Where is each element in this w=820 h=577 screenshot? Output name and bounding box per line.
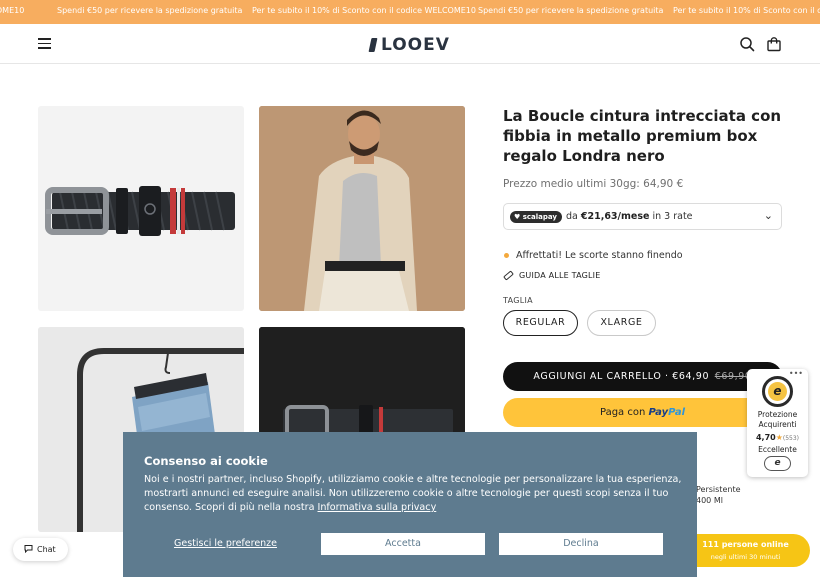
decline-button[interactable]: Declina [499,533,663,555]
visitors-period: negli ultimi 30 minuti [710,553,781,561]
cookie-text: Noi e i nostri partner, incluso Shopify,… [144,474,682,513]
paypal-logo-pay: Pay [648,407,669,418]
announcement-item: DME10 [0,6,25,15]
chat-button[interactable]: Chat [13,538,68,561]
announcement-bar: DME10 Spendi €50 per ricevere la spedizi… [0,0,820,24]
cookie-consent-banner: Consenso ai cookie Noi e i nostri partne… [123,432,697,577]
cookie-title: Consenso ai cookie [144,454,268,468]
privacy-policy-link[interactable]: Informativa sulla privacy [318,502,437,513]
average-price: Prezzo medio ultimi 30gg: 64,90 € [503,178,684,190]
trust-seal-icon: e [762,376,793,407]
size-guide-link[interactable]: GUIDA ALLE TAGLIE [503,270,601,281]
product-image-model[interactable] [259,106,465,311]
logo-mark-icon [368,38,378,52]
announcement-item: Spendi €50 per ricevere la spedizione gr… [57,6,243,15]
manage-preferences-link[interactable]: Gestisci le preferenze [174,538,277,549]
announcement-item: Per te subito il 10% di Sconto con il co… [252,6,476,15]
paypal-logo-pal: Pal [668,407,686,418]
logo-text: LOOEV [381,35,450,55]
add-to-cart-label: AGGIUNGI AL CARRELLO · €64,90 [533,371,710,382]
size-option-regular[interactable]: REGULAR [503,310,578,336]
size-option-xlarge[interactable]: XLARGE [587,310,656,336]
chat-label: Chat [37,545,56,554]
more-icon[interactable]: ••• [789,369,803,378]
page: DME10 Spendi €50 per ricevere la spedizi… [0,0,820,577]
announcement-item: Per te subito il 10% di Sconto con il co… [673,6,820,15]
scalapay-text: da €21,63/mese in 3 rate [566,211,693,222]
stock-warning: Affrettati! Le scorte stanno finendo [503,250,683,261]
trust-badge[interactable]: ••• e Protezione Acquirenti 4,70★(553) E… [747,369,808,477]
ruler-icon [503,270,514,281]
trust-label: Protezione Acquirenti [757,410,798,429]
paypal-label: Paga con [599,407,649,418]
menu-icon[interactable] [38,38,52,49]
product-title: La Boucle cintura intrecciata con fibbia… [503,107,782,165]
size-label: TAGLIA [503,296,533,305]
logo[interactable]: LOOEV [368,35,450,55]
visitors-badge: 111 persone online negli ultimi 30 minut… [681,534,810,567]
chevron-down-icon[interactable]: ⌄ [764,209,773,222]
scalapay-badge: ♥ scalapay [510,211,562,223]
trust-quality: Eccellente [758,445,797,454]
search-icon[interactable] [739,36,755,52]
site-header: LOOEV [0,24,820,64]
trust-e-icon: e [764,456,791,471]
chat-bubble-icon [24,545,33,554]
partial-product-text: Persistente 400 Ml [696,485,741,505]
scalapay-installments[interactable]: ♥ scalapay da €21,63/mese in 3 rate ⌄ [503,203,782,230]
visitors-count: 111 persone online [702,540,789,549]
add-to-cart-button[interactable]: AGGIUNGI AL CARRELLO · €64,90 €69,90 [503,362,782,391]
announcement-item: Spendi €50 per ricevere la spedizione gr… [478,6,664,15]
size-guide-text: GUIDA ALLE TAGLIE [519,271,601,280]
status-dot-icon [504,253,509,258]
trust-rating: 4,70★(553) [755,433,800,442]
star-icon: ★ [775,433,783,442]
bag-icon[interactable] [766,36,782,52]
product-image-belt[interactable] [38,106,244,311]
accept-button[interactable]: Accetta [321,533,485,555]
paypal-button[interactable]: Paga con PayPal [503,398,782,427]
stock-text: Affrettati! Le scorte stanno finendo [516,250,683,261]
